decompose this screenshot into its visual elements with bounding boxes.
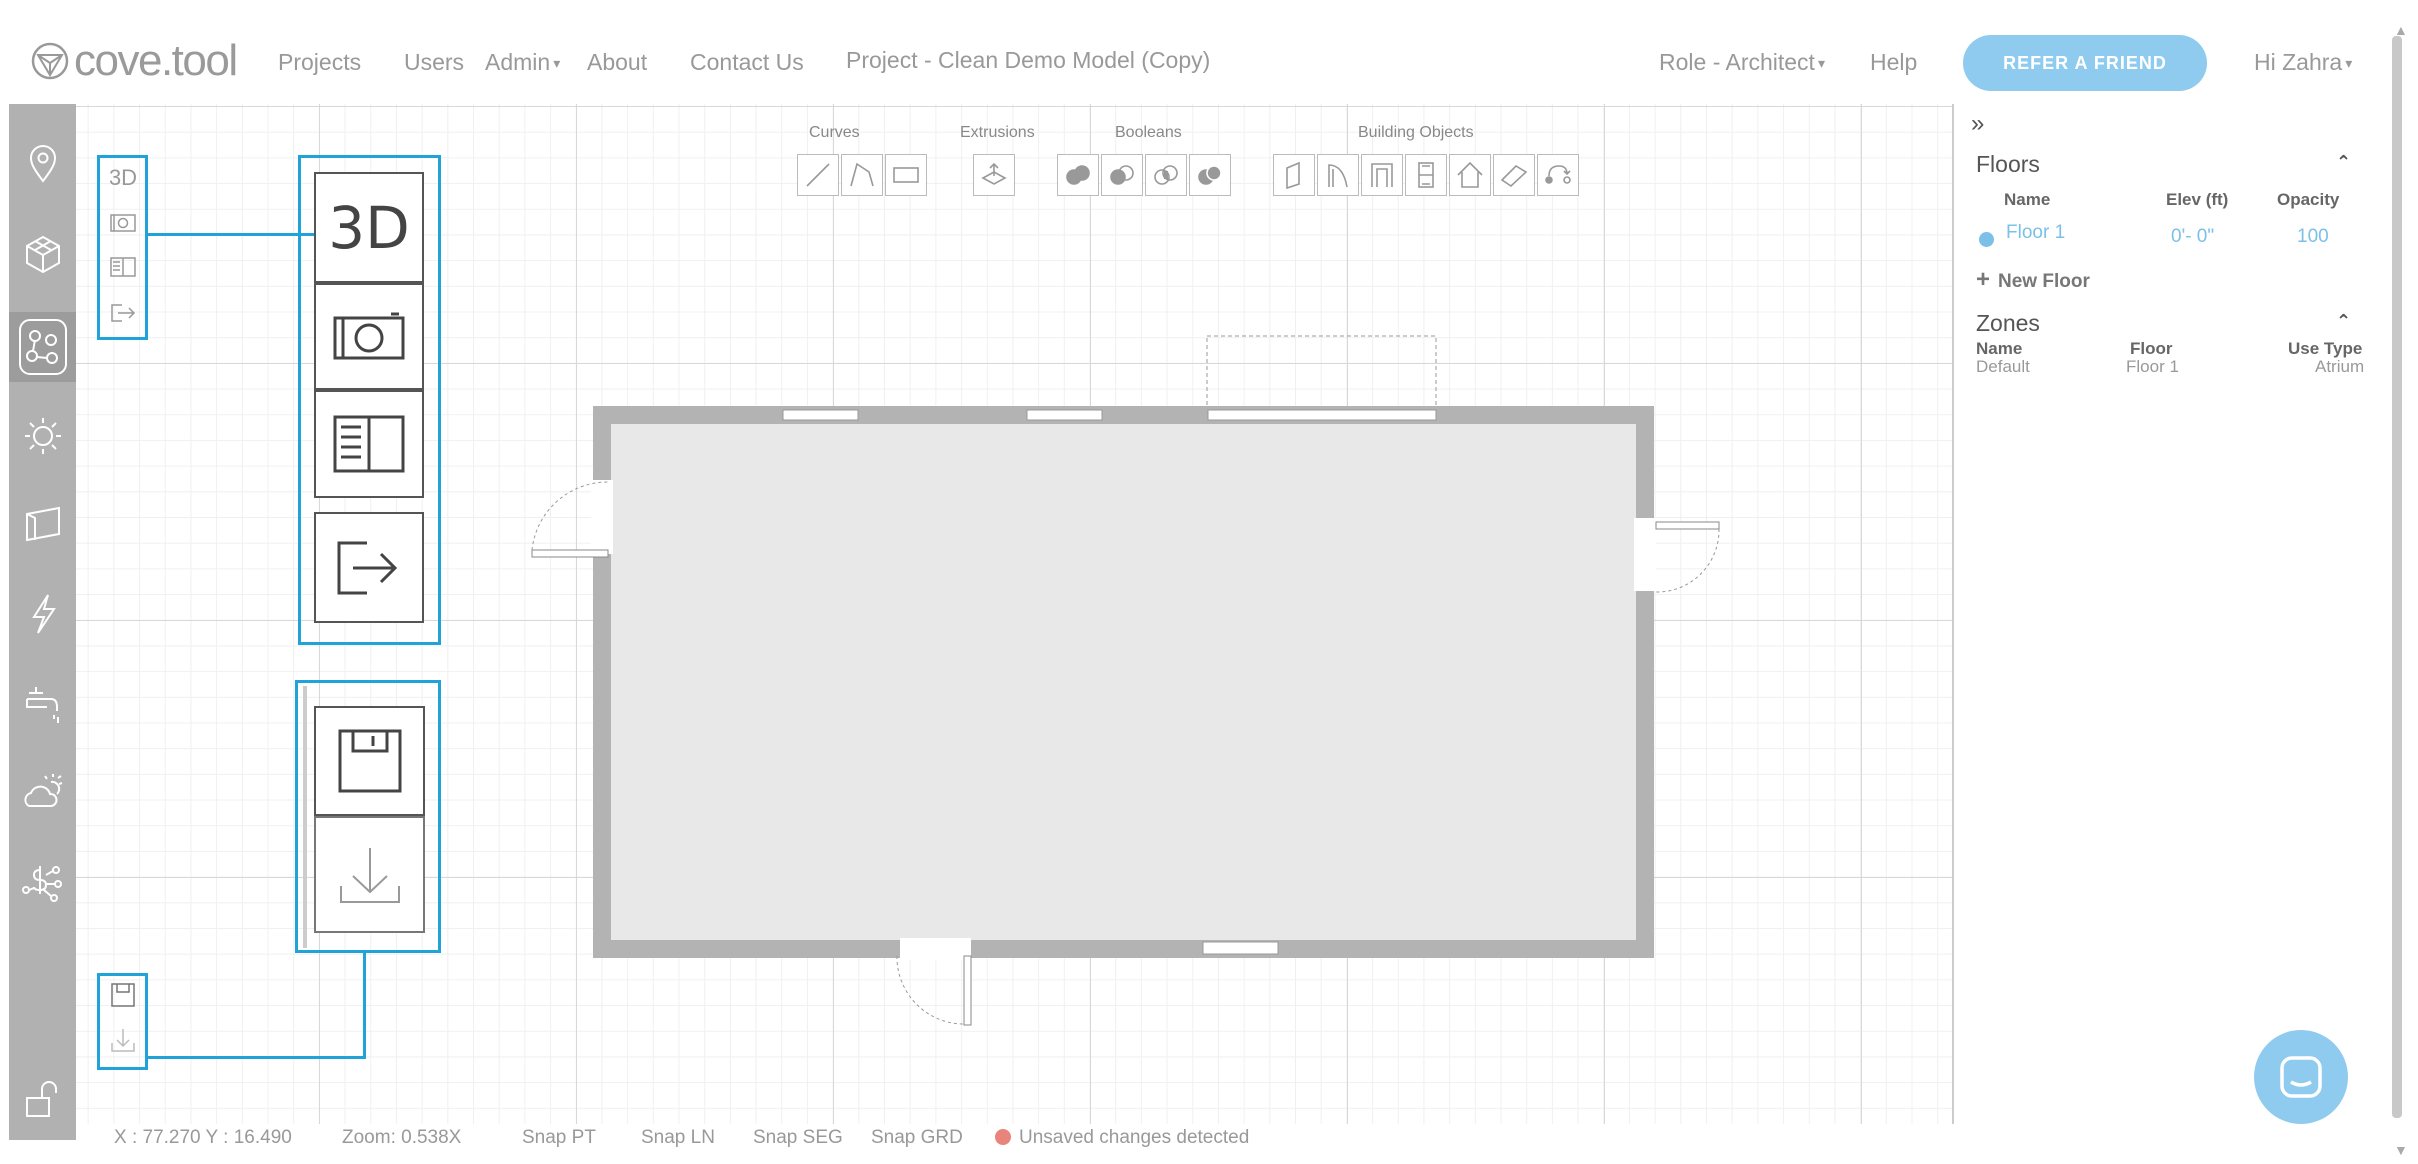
nav-admin-label: Admin bbox=[485, 49, 551, 75]
callout-threed: 3D bbox=[314, 172, 424, 283]
floors-col-opacity: Opacity bbox=[2277, 190, 2340, 209]
logo-text: cove.tool bbox=[74, 36, 238, 85]
nav-about[interactable]: About bbox=[587, 49, 647, 76]
floor-opacity[interactable]: 100 bbox=[2297, 226, 2329, 248]
callout-connector bbox=[363, 953, 366, 1058]
snap-ln-toggle[interactable]: Snap LN bbox=[641, 1127, 715, 1149]
surface-icon[interactable] bbox=[9, 494, 76, 554]
scrollbar-thumb[interactable] bbox=[2392, 36, 2402, 1118]
nav-admin[interactable]: Admin ▾ bbox=[485, 49, 560, 76]
unlock-icon[interactable] bbox=[9, 1069, 76, 1129]
zones-title: Zones bbox=[1976, 310, 2040, 336]
analysis-nodes-icon[interactable] bbox=[9, 312, 76, 382]
unsaved-status: Unsaved changes detected bbox=[995, 1127, 1249, 1149]
user-menu[interactable]: Hi Zahra ▾ bbox=[2254, 49, 2352, 76]
faucet-icon[interactable] bbox=[9, 674, 76, 734]
exit-icon[interactable] bbox=[105, 295, 141, 331]
scroll-down-icon[interactable]: ▼ bbox=[2394, 1142, 2408, 1158]
cost-network-icon[interactable] bbox=[9, 852, 76, 912]
collapse-floors-icon[interactable]: ⌃ bbox=[2336, 152, 2351, 173]
floor-elev[interactable]: 0'- 0" bbox=[2171, 226, 2214, 248]
callout-connector bbox=[146, 1056, 366, 1059]
nav-users[interactable]: Users bbox=[404, 49, 464, 76]
zoom-level: Zoom: 0.538X bbox=[342, 1127, 462, 1148]
unsaved-dot-icon bbox=[995, 1129, 1011, 1145]
floors-col-name: Name bbox=[2004, 190, 2051, 209]
book-icon[interactable] bbox=[105, 249, 141, 285]
logo[interactable]: cove.tool bbox=[30, 36, 238, 86]
download-icon[interactable] bbox=[105, 1022, 141, 1058]
collapse-panel-icon[interactable]: » bbox=[1971, 110, 1984, 138]
plus-icon: + bbox=[1976, 266, 1991, 293]
cube-icon[interactable] bbox=[9, 224, 76, 284]
zone-name[interactable]: Default bbox=[1976, 357, 2030, 377]
drawing-canvas[interactable]: Curves Extrusions Booleans Building Obje… bbox=[76, 104, 1952, 1124]
unsaved-text: Unsaved changes detected bbox=[1019, 1127, 1250, 1148]
zones-col-use: Use Type bbox=[2288, 339, 2363, 358]
caret-down-icon: ▾ bbox=[2345, 55, 2353, 72]
left-sidebar bbox=[9, 104, 76, 1140]
snap-seg-toggle[interactable]: Snap SEG bbox=[753, 1127, 843, 1149]
nav-contact[interactable]: Contact Us bbox=[690, 49, 804, 76]
callout-save-icon bbox=[314, 706, 425, 816]
lightning-icon[interactable] bbox=[9, 584, 76, 644]
page-scrollbar[interactable]: ▲ ▼ bbox=[2384, 20, 2418, 1164]
floors-title: Floors bbox=[1976, 151, 2040, 177]
status-bar: X : 77.270 Y : 16.490 Zoom: 0.538X Snap … bbox=[76, 1124, 1952, 1152]
logo-icon bbox=[31, 42, 69, 80]
chat-icon[interactable] bbox=[2254, 1030, 2348, 1124]
nav-role[interactable]: Role - Architect ▾ bbox=[1659, 49, 1825, 76]
callout-book-icon bbox=[314, 390, 424, 498]
user-greeting: Hi Zahra bbox=[2254, 49, 2343, 75]
nav-help[interactable]: Help bbox=[1870, 49, 1917, 76]
save-icon[interactable] bbox=[105, 977, 141, 1013]
floors-col-elev: Elev (ft) bbox=[2166, 190, 2229, 209]
callout-camera-icon bbox=[314, 283, 424, 390]
callout-exit-icon bbox=[314, 512, 424, 623]
refer-friend-button[interactable]: REFER A FRIEND bbox=[1963, 35, 2207, 91]
cloud-sun-icon[interactable] bbox=[9, 762, 76, 822]
threed-view-button[interactable]: 3D bbox=[104, 160, 142, 196]
floor-color-dot-icon[interactable] bbox=[1979, 232, 1994, 247]
sun-icon[interactable] bbox=[9, 406, 76, 466]
top-navbar: cove.tool Projects Users Admin ▾ About Co… bbox=[0, 0, 2418, 104]
project-title: Project - Clean Demo Model (Copy) bbox=[846, 47, 1211, 73]
snap-pt-toggle[interactable]: Snap PT bbox=[522, 1127, 596, 1149]
location-pin-icon[interactable] bbox=[9, 134, 76, 194]
right-panel: » Floors ⌃ Name Elev (ft) Opacity Floor … bbox=[1952, 104, 2386, 1124]
new-floor-label: New Floor bbox=[1998, 271, 2090, 292]
zones-col-name: Name bbox=[1976, 339, 2023, 358]
callout-download-icon bbox=[314, 816, 425, 933]
zone-use[interactable]: Atrium bbox=[2315, 357, 2364, 377]
cursor-coordinates: X : 77.270 Y : 16.490 bbox=[114, 1127, 292, 1148]
camera-icon[interactable] bbox=[105, 205, 141, 241]
collapse-zones-icon[interactable]: ⌃ bbox=[2336, 311, 2351, 332]
snap-grd-toggle[interactable]: Snap GRD bbox=[871, 1127, 963, 1149]
new-floor-button[interactable]: + New Floor bbox=[1976, 266, 2090, 294]
zones-col-floor: Floor bbox=[2130, 339, 2173, 358]
floor-name[interactable]: Floor 1 bbox=[2006, 222, 2065, 244]
zone-floor[interactable]: Floor 1 bbox=[2126, 357, 2179, 377]
chat-bubble-icon bbox=[2280, 1056, 2322, 1098]
caret-down-icon: ▾ bbox=[1817, 55, 1825, 72]
caret-down-icon: ▾ bbox=[553, 55, 561, 72]
callout-divider bbox=[303, 686, 307, 948]
nav-projects[interactable]: Projects bbox=[278, 49, 361, 76]
nav-role-label: Role - Architect bbox=[1659, 49, 1815, 75]
